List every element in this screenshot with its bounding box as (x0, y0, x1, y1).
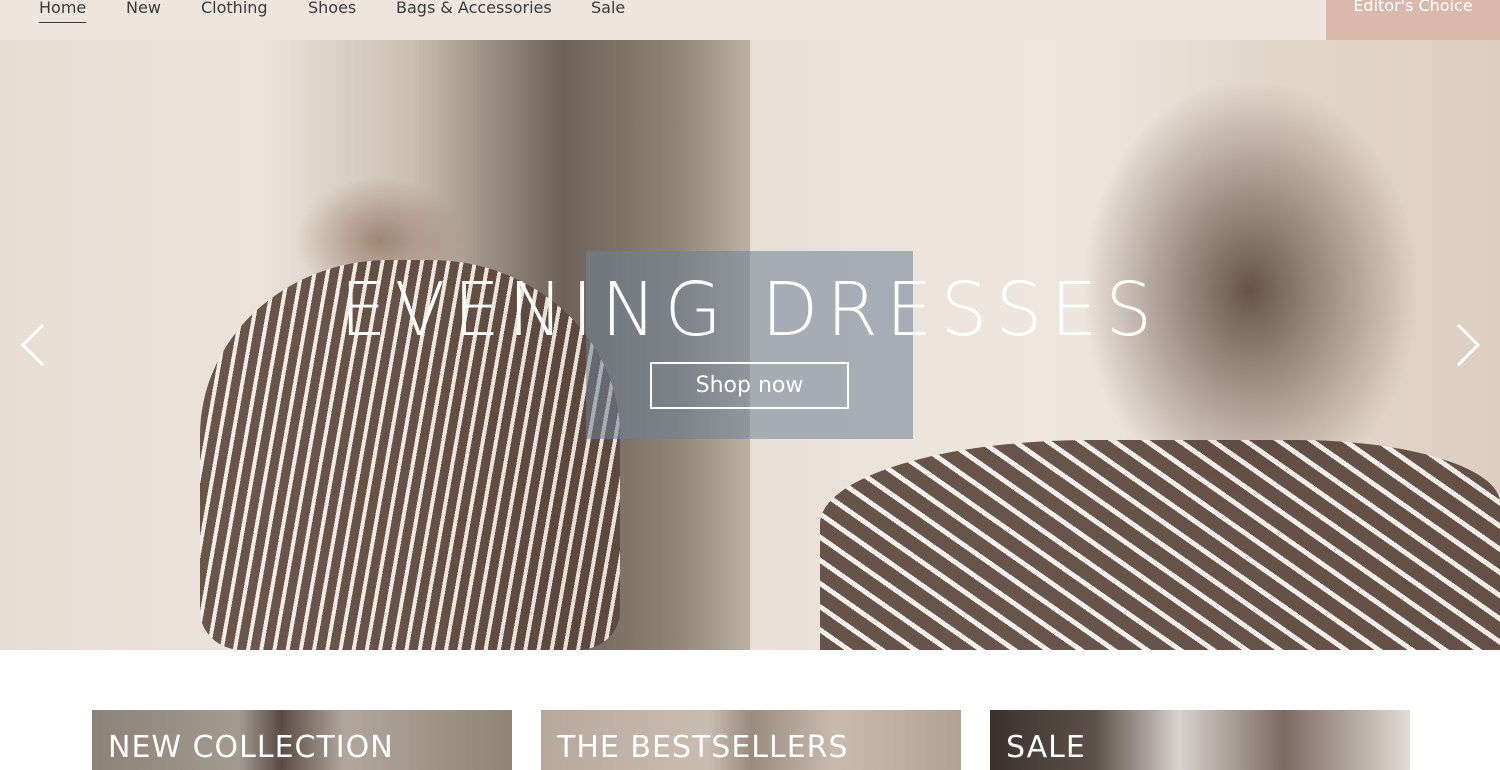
editors-choice-button[interactable]: Editor's Choice (1326, 0, 1500, 40)
category-tile-bestsellers[interactable]: THE BESTSELLERS (541, 710, 961, 770)
nav-item-clothing[interactable]: Clothing (201, 0, 268, 17)
category-label: SALE (1006, 730, 1086, 765)
nav-item-shoes[interactable]: Shoes (308, 0, 356, 17)
nav-item-home[interactable]: Home (39, 0, 87, 23)
hero-carousel: EVENING DRESSES Shop now (0, 40, 1500, 650)
model-dress-right (820, 440, 1500, 650)
category-tile-sale[interactable]: SALE (990, 710, 1410, 770)
category-tile-new-collection[interactable]: NEW COLLECTION (92, 710, 512, 770)
top-nav-bar: Home New Clothing Shoes Bags & Accessori… (0, 0, 1500, 40)
carousel-next-arrow-icon[interactable] (1452, 323, 1482, 367)
category-label: THE BESTSELLERS (557, 730, 849, 765)
nav-item-bags-accessories[interactable]: Bags & Accessories (396, 0, 552, 17)
shop-now-button[interactable]: Shop now (650, 362, 849, 409)
category-label: NEW COLLECTION (108, 730, 394, 765)
nav-item-new[interactable]: New (126, 0, 161, 17)
editors-choice-label: Editor's Choice (1353, 0, 1473, 15)
nav-item-sale[interactable]: Sale (591, 0, 625, 17)
hero-title: EVENING DRESSES (339, 267, 1161, 353)
carousel-prev-arrow-icon[interactable] (19, 323, 49, 367)
